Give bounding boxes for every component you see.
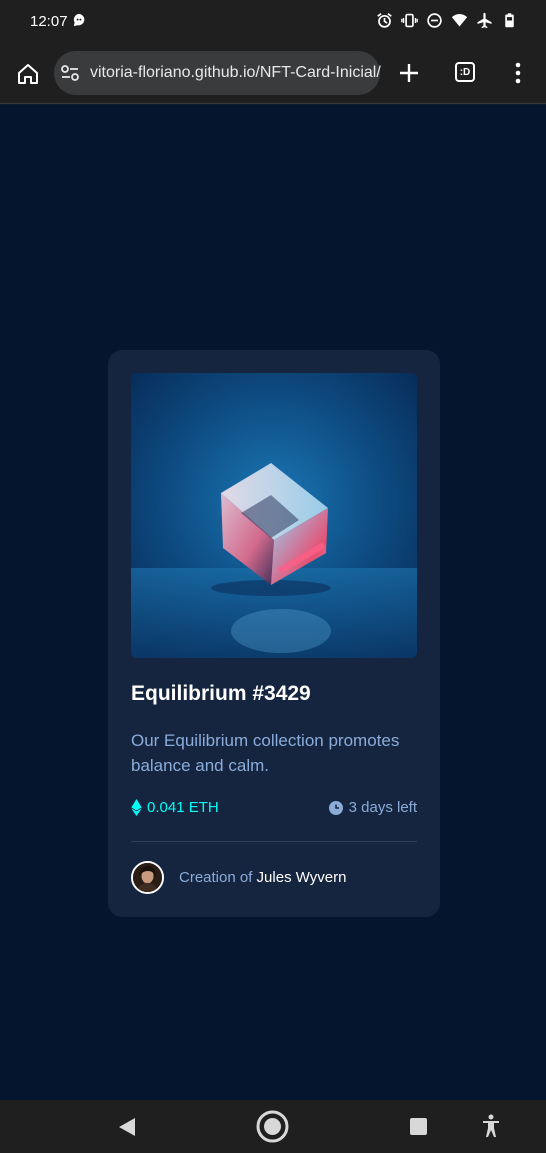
time-left-value: 3 days left <box>348 799 417 816</box>
home-icon[interactable] <box>16 62 40 86</box>
divider <box>131 841 417 842</box>
creator-line: Creation of Jules Wyvern <box>179 869 346 886</box>
tabs-button[interactable]: :D <box>455 62 475 82</box>
home-circle-icon[interactable] <box>256 1110 289 1143</box>
system-navigation-bar <box>0 1100 546 1153</box>
nft-description: Our Equilibrium collection promotes bala… <box>131 731 400 775</box>
site-settings-icon[interactable] <box>60 64 80 82</box>
do-not-disturb-icon <box>427 13 442 28</box>
airplane-icon <box>477 12 492 29</box>
address-bar[interactable]: vitoria-floriano.github.io/NFT-Card-Inic… <box>54 51 381 95</box>
status-bar: 12:07 <box>0 0 546 44</box>
nft-card: Equilibrium #3429 Our Equilibrium collec… <box>108 350 440 917</box>
alarm-icon <box>377 13 392 28</box>
creator-prefix: Creation of <box>179 869 253 886</box>
price-value: 0.041 ETH <box>147 799 219 816</box>
browser-toolbar: vitoria-floriano.github.io/NFT-Card-Inic… <box>0 44 546 104</box>
status-time: 12:07 <box>30 13 68 30</box>
vibrate-icon <box>401 13 418 28</box>
nft-title[interactable]: Equilibrium #3429 <box>131 682 311 706</box>
creator-name[interactable]: Jules Wyvern <box>257 869 347 886</box>
chat-bubble-icon <box>73 13 85 27</box>
page-content: Equilibrium #3429 Our Equilibrium collec… <box>0 105 546 1100</box>
nft-image[interactable] <box>131 373 417 658</box>
clock-icon <box>328 800 343 815</box>
price-section: 0.041 ETH <box>131 799 219 816</box>
wifi-icon <box>451 14 468 27</box>
time-left-section: 3 days left <box>328 799 417 816</box>
back-icon[interactable] <box>118 1117 136 1137</box>
recents-icon[interactable] <box>410 1118 427 1135</box>
ethereum-icon <box>131 799 142 816</box>
new-tab-icon[interactable] <box>397 61 421 85</box>
menu-icon[interactable] <box>508 61 528 85</box>
battery-icon <box>505 13 514 28</box>
accessibility-icon[interactable] <box>481 1114 501 1138</box>
url-text[interactable]: vitoria-floriano.github.io/NFT-Card-Inic… <box>90 64 381 82</box>
avatar <box>131 861 164 894</box>
